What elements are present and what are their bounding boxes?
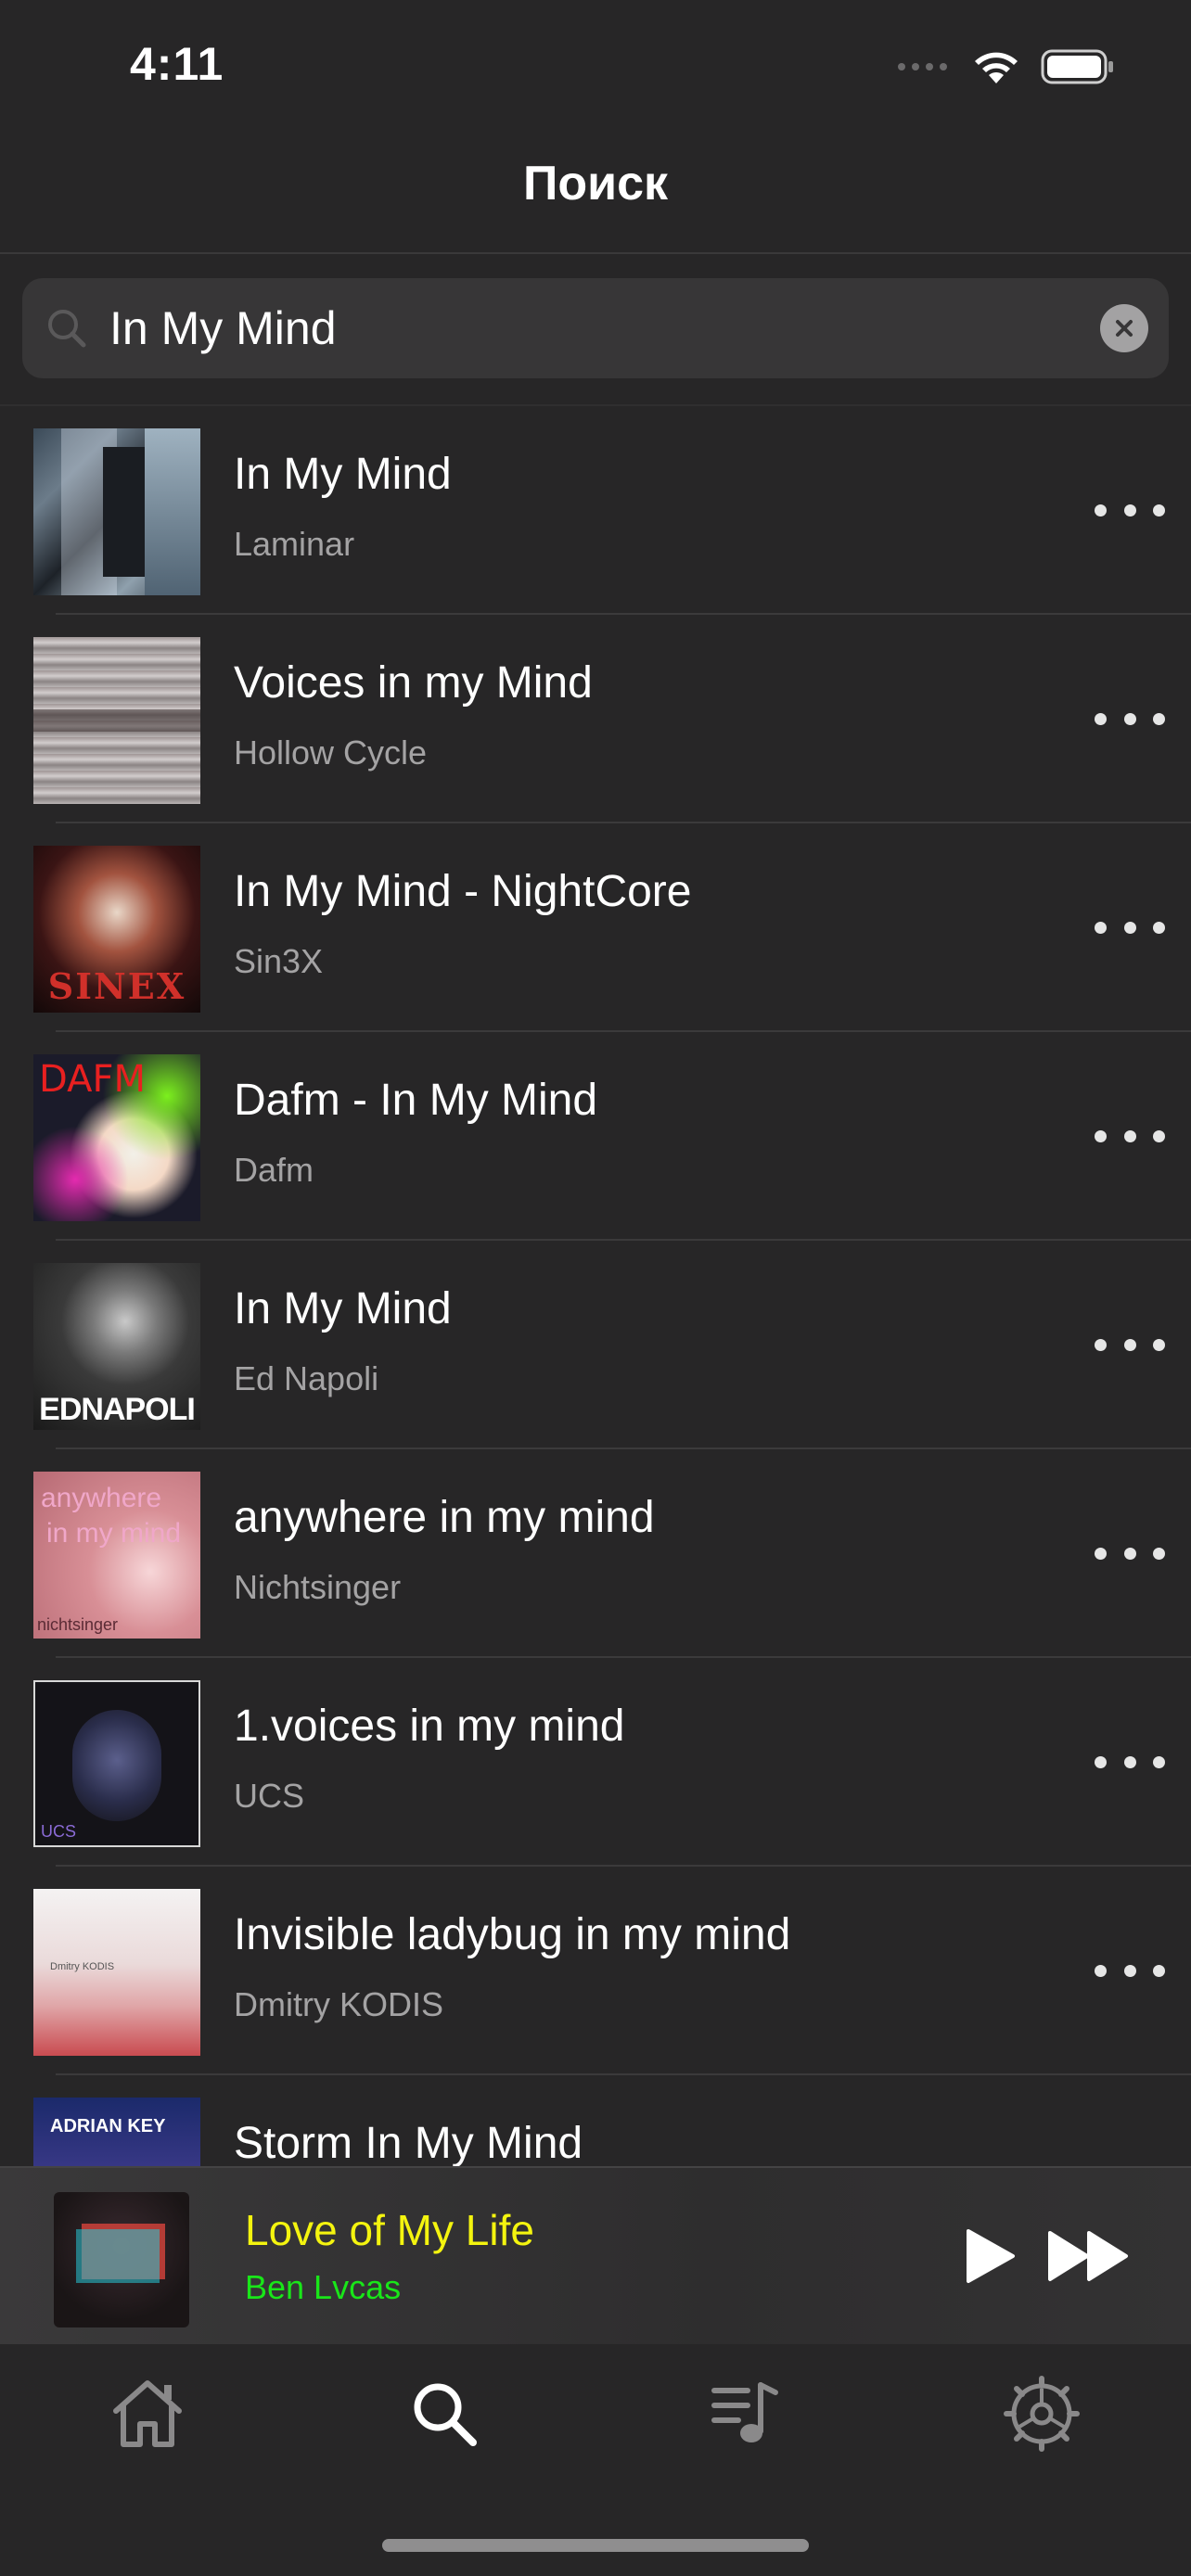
- search-icon: [48, 310, 86, 348]
- list-item[interactable]: Dmitry KODIS Invisible ladybug in my min…: [0, 1867, 1191, 2075]
- album-art: SINEX: [33, 846, 200, 1013]
- more-options-button[interactable]: [1095, 700, 1165, 737]
- album-art-text: anywhere: [41, 1483, 162, 1513]
- song-title: 1.voices in my mind: [234, 1702, 625, 1751]
- list-item[interactable]: In My Mind Laminar: [0, 406, 1191, 615]
- list-item[interactable]: Voices in my Mind Hollow Cycle: [0, 615, 1191, 823]
- tab-search[interactable]: [393, 2363, 495, 2465]
- song-title: anywhere in my mind: [234, 1493, 655, 1542]
- more-options-button[interactable]: [1095, 1117, 1165, 1154]
- song-artist: Nichtsinger: [234, 1568, 402, 1606]
- album-art: [33, 428, 200, 595]
- fast-forward-icon[interactable]: [1046, 2227, 1132, 2285]
- song-title: Voices in my Mind: [234, 658, 593, 708]
- now-playing-artwork: [54, 2192, 189, 2327]
- more-options-button[interactable]: [1095, 491, 1165, 529]
- album-art: UCS: [33, 1680, 200, 1847]
- song-artist: Laminar: [234, 525, 355, 563]
- album-art-text: Dmitry KODIS: [50, 1961, 115, 1972]
- album-art-text: ADRIAN KEY: [50, 2116, 166, 2136]
- song-title: In My Mind: [234, 1284, 452, 1333]
- song-artist: Dmitry KODIS: [234, 1985, 444, 2023]
- close-icon: [1116, 320, 1133, 337]
- album-art-text: in my mind: [46, 1518, 182, 1549]
- wifi-icon: [975, 52, 1018, 83]
- now-playing-title: Love of My Life: [245, 2206, 534, 2254]
- album-art: [33, 637, 200, 804]
- album-art-text: DAFM: [39, 1058, 146, 1101]
- home-icon: [113, 2380, 182, 2447]
- album-art-text: UCS: [41, 1822, 77, 1841]
- tab-playlist[interactable]: [694, 2363, 796, 2465]
- song-artist: Hollow Cycle: [234, 733, 428, 772]
- status-time: 4:11: [130, 38, 224, 90]
- album-art: anywhere in my mind nichtsinger: [33, 1472, 200, 1639]
- list-item[interactable]: anywhere in my mind nichtsinger anywhere…: [0, 1449, 1191, 1658]
- song-artist: Dafm: [234, 1151, 314, 1189]
- search-icon: [414, 2383, 477, 2446]
- play-icon[interactable]: [963, 2227, 1018, 2285]
- song-title: In My Mind - NightCore: [234, 867, 692, 916]
- album-art: EDNAPOLI: [33, 1263, 200, 1430]
- album-art-text: SINEX: [47, 965, 186, 1007]
- playlist-icon: [711, 2382, 778, 2442]
- page-title: Поиск: [522, 157, 669, 210]
- header-divider: [0, 252, 1191, 254]
- now-playing-bar[interactable]: Love of My Life Ben Lvcas: [0, 2166, 1191, 2344]
- status-icons: [896, 46, 1115, 87]
- tab-home[interactable]: [96, 2363, 198, 2465]
- album-art: ADRIAN KEY: [33, 2098, 200, 2168]
- now-playing-artist: Ben Lvcas: [245, 2268, 402, 2306]
- settings-icon: [1004, 2376, 1080, 2452]
- album-art: Dmitry KODIS: [33, 1889, 200, 2056]
- song-title: In My Mind: [234, 450, 452, 499]
- song-artist: Ed Napoli: [234, 1359, 379, 1397]
- more-options-button[interactable]: [1095, 1535, 1165, 1572]
- more-options-button[interactable]: [1095, 1743, 1165, 1780]
- list-item[interactable]: UCS 1.voices in my mind UCS: [0, 1658, 1191, 1867]
- home-indicator: [382, 2539, 809, 2552]
- cellular-signal-icon: [898, 63, 947, 70]
- more-options-button[interactable]: [1095, 1952, 1165, 1989]
- status-bar: 4:11: [0, 0, 1191, 130]
- list-item[interactable]: SINEX In My Mind - NightCore Sin3X: [0, 823, 1191, 1032]
- list-item[interactable]: DAFM Dafm - In My Mind Dafm: [0, 1032, 1191, 1241]
- song-title: Storm In My Mind: [234, 2119, 583, 2168]
- song-title: Dafm - In My Mind: [234, 1076, 598, 1125]
- more-options-button[interactable]: [1095, 909, 1165, 946]
- list-item[interactable]: EDNAPOLI In My Mind Ed Napoli: [0, 1241, 1191, 1449]
- more-options-button[interactable]: [1095, 1326, 1165, 1363]
- search-input[interactable]: [109, 278, 1056, 378]
- album-art-text: nichtsinger: [37, 1615, 119, 1634]
- tab-settings[interactable]: [991, 2363, 1093, 2465]
- song-title: Invisible ladybug in my mind: [234, 1910, 791, 1959]
- battery-icon: [1041, 49, 1113, 84]
- search-results-list: In My Mind Laminar Voices in my Mind Hol…: [0, 406, 1191, 2168]
- song-artist: Sin3X: [234, 942, 324, 980]
- search-bar[interactable]: [22, 278, 1169, 378]
- song-artist: UCS: [234, 1777, 305, 1815]
- clear-search-button[interactable]: [1100, 304, 1148, 352]
- album-art: DAFM: [33, 1054, 200, 1221]
- list-item[interactable]: ADRIAN KEY Storm In My Mind: [0, 2075, 1191, 2168]
- album-art-text: EDNAPOLI: [39, 1392, 196, 1427]
